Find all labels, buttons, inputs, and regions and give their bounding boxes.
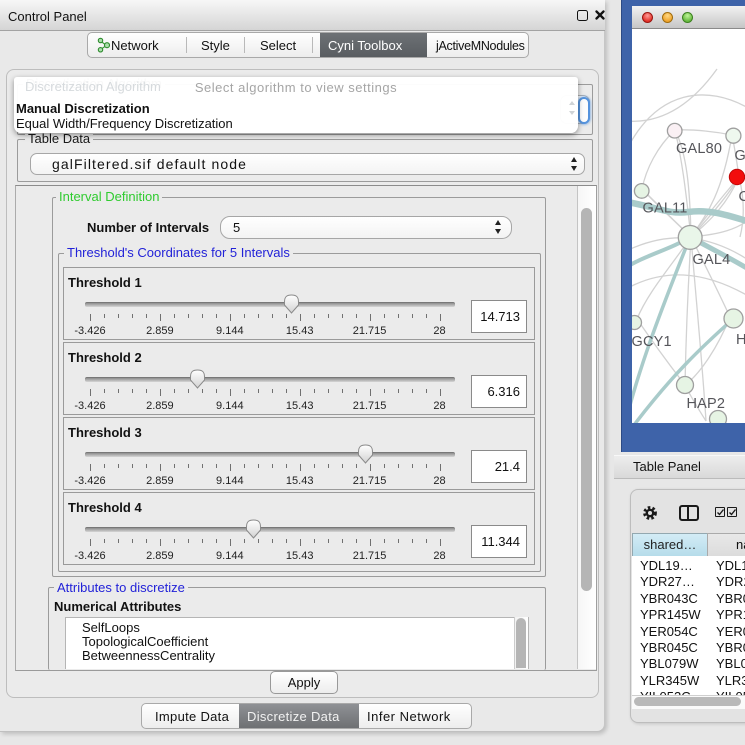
svg-text:HAP2: HAP2 [687, 396, 726, 412]
svg-text:GA: GA [735, 148, 745, 164]
svg-text:GCY1: GCY1 [632, 334, 672, 350]
svg-text:GAL11: GAL11 [643, 201, 688, 217]
svg-text:C: C [739, 189, 745, 205]
svg-text:H: H [736, 332, 745, 348]
svg-text:GAL4: GAL4 [693, 252, 731, 268]
svg-text:GAL80: GAL80 [676, 141, 722, 157]
